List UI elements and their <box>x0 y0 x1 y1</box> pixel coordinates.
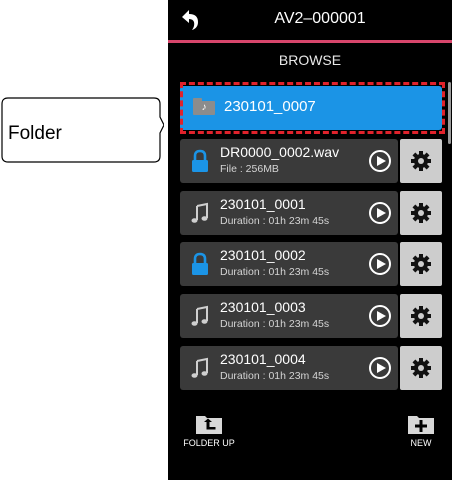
file-info: Duration : 01h 23m 45s <box>220 318 330 330</box>
gear-icon <box>411 306 431 326</box>
music-note-icon <box>191 305 208 326</box>
file-name: 230101_0004 <box>220 351 306 367</box>
lock-icon <box>192 149 208 172</box>
file-row[interactable]: 230101_0004 Duration : 01h 23m 45s <box>180 346 398 390</box>
play-icon[interactable] <box>369 357 391 379</box>
device-screen: AV2–000001 BROWSE ♪ 230101_0007 DR0000_0… <box>168 0 452 480</box>
gear-icon <box>411 358 431 378</box>
file-info: Duration : 01h 23m 45s <box>220 370 330 382</box>
section-title: BROWSE <box>278 52 342 68</box>
new-folder-button[interactable]: NEW <box>386 412 452 456</box>
folder-up-label: FOLDER UP <box>183 438 235 448</box>
file-name: 230101_0001 <box>220 196 306 212</box>
file-info: File : 256MB <box>220 163 279 175</box>
file-info: Duration : 01h 23m 45s <box>220 266 330 278</box>
file-info: Duration : 01h 23m 45s <box>220 215 330 227</box>
folder-up-button[interactable]: FOLDER UP <box>174 412 244 456</box>
play-icon[interactable] <box>369 202 391 224</box>
file-row[interactable]: 230101_0001 Duration : 01h 23m 45s <box>180 191 398 235</box>
folder-up-icon <box>196 416 222 434</box>
music-note-icon <box>191 202 208 223</box>
file-name: 230101_0003 <box>220 299 306 315</box>
play-icon[interactable] <box>369 253 391 275</box>
callout-label: Folder <box>8 123 62 144</box>
page-title: AV2–000001 <box>274 10 366 27</box>
settings-button[interactable] <box>400 294 442 338</box>
settings-button[interactable] <box>400 191 442 235</box>
file-row[interactable]: DR0000_0002.wav File : 256MB <box>180 139 398 183</box>
gear-icon <box>411 254 431 274</box>
lock-icon <box>192 252 208 275</box>
file-name: DR0000_0002.wav <box>220 144 340 160</box>
settings-button[interactable] <box>400 139 442 183</box>
folder-highlight-box <box>180 82 445 134</box>
back-arrow-icon[interactable] <box>178 8 202 32</box>
file-row[interactable]: 230101_0003 Duration : 01h 23m 45s <box>180 294 398 338</box>
gear-icon <box>411 151 431 171</box>
gear-icon <box>411 203 431 223</box>
music-note-icon <box>191 357 208 378</box>
new-label: NEW <box>410 438 432 448</box>
scrollbar[interactable] <box>448 82 451 144</box>
play-icon[interactable] <box>369 305 391 327</box>
file-row[interactable]: 230101_0002 Duration : 01h 23m 45s <box>180 242 398 286</box>
settings-button[interactable] <box>400 242 442 286</box>
top-bar: AV2–000001 <box>168 0 452 43</box>
play-icon[interactable] <box>369 150 391 172</box>
settings-button[interactable] <box>400 346 442 390</box>
new-folder-icon <box>408 416 434 434</box>
file-name: 230101_0002 <box>220 247 306 263</box>
